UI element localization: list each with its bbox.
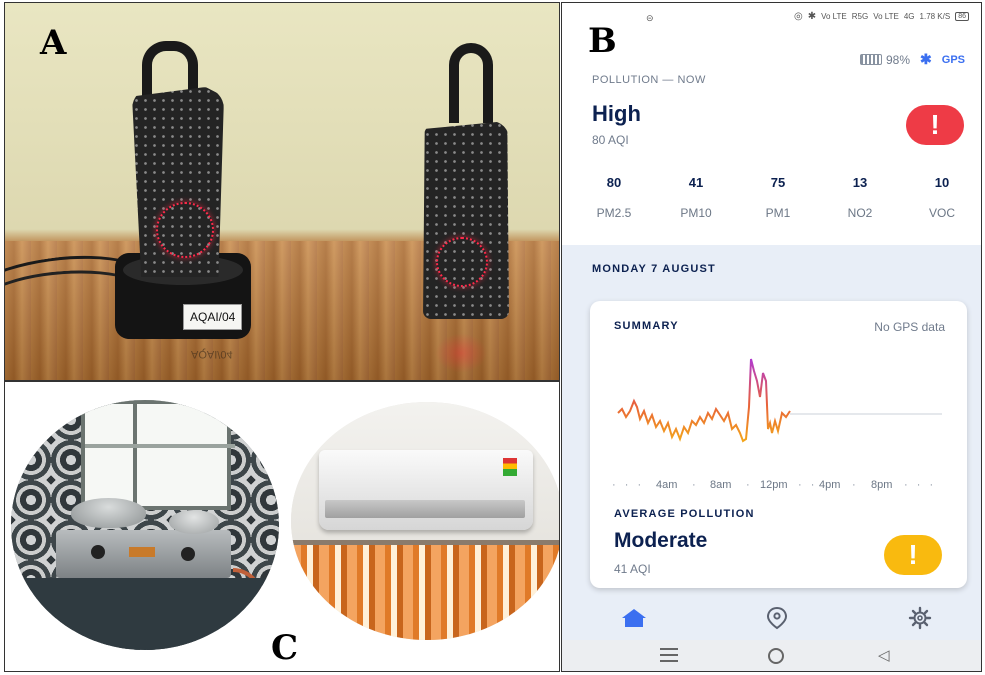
curtain-rod bbox=[291, 540, 559, 545]
device-status: 98% ✱ GPS bbox=[860, 51, 965, 68]
battery-icon bbox=[860, 54, 882, 65]
device-label: AQAI/04 bbox=[183, 304, 243, 330]
system-nav-bar: ◁ bbox=[562, 640, 981, 671]
status-bar: ⊝ ◎ ✱ Vo LTE R5G Vo LTE 4G 1.78 K/S 86 bbox=[562, 11, 981, 29]
settings-gear-icon[interactable] bbox=[908, 606, 932, 635]
panel-label-b: B bbox=[588, 21, 617, 61]
ac-unit bbox=[319, 450, 533, 530]
photo-panel-c: C bbox=[4, 381, 560, 672]
wok bbox=[71, 498, 146, 528]
device-label-reflection: AQAI/04 bbox=[191, 348, 233, 360]
stove-logo bbox=[129, 547, 155, 557]
led-ring-2 bbox=[436, 237, 488, 287]
signal-label-2: 4G bbox=[903, 12, 915, 21]
kitchen-window bbox=[81, 400, 235, 514]
trend-line bbox=[617, 358, 791, 443]
pan bbox=[169, 510, 219, 534]
moderate-alert-icon[interactable]: ! bbox=[884, 535, 942, 575]
home-button[interactable] bbox=[768, 648, 784, 664]
time-axis: · · · 4am 8am 12pm 4pm 8pm · · · · · · ·… bbox=[612, 479, 937, 491]
section-now-heading: POLLUTION — NOW bbox=[592, 74, 706, 86]
stat-label-pm25: PM2.5 bbox=[596, 206, 632, 220]
panel-label-c: C bbox=[271, 628, 299, 668]
counter bbox=[11, 578, 279, 650]
tick-12pm: 12pm bbox=[760, 479, 788, 491]
date-heading: MONDAY 7 AUGUST bbox=[592, 263, 716, 275]
phone-screen-panel-b: ⊝ ◎ ✱ Vo LTE R5G Vo LTE 4G 1.78 K/S 86 B… bbox=[561, 2, 982, 672]
air-conditioner-photo bbox=[291, 402, 559, 640]
tick-4am: 4am bbox=[656, 479, 678, 491]
summary-title: SUMMARY bbox=[614, 320, 679, 332]
led-ring bbox=[156, 202, 214, 258]
bluetooth-icon[interactable]: ✱ bbox=[920, 51, 932, 68]
network-label-2: Vo LTE bbox=[873, 12, 899, 21]
phone-battery-icon: 86 bbox=[955, 12, 969, 21]
curtains bbox=[291, 542, 559, 640]
kitchen-stove-photo bbox=[11, 400, 279, 650]
air-quality-monitor-2 bbox=[423, 121, 509, 319]
stat-label-no2: NO2 bbox=[847, 206, 873, 220]
stove-knob bbox=[91, 545, 105, 559]
current-aqi: 80 AQI bbox=[592, 133, 629, 147]
network-label-1: Vo LTE bbox=[821, 12, 847, 21]
panel-label-a: A bbox=[40, 23, 67, 63]
pollution-level: High bbox=[592, 101, 641, 126]
energy-label bbox=[503, 458, 517, 476]
gps-status-text: No GPS data bbox=[874, 320, 945, 334]
stat-value-pm1: 75 bbox=[770, 175, 786, 190]
home-icon[interactable] bbox=[620, 607, 648, 634]
photo-panel-a: AQAI/04 AQAI/04 A bbox=[4, 2, 560, 381]
gps-indicator[interactable]: GPS bbox=[942, 54, 965, 66]
stat-label-pm10: PM10 bbox=[680, 206, 712, 220]
back-button[interactable]: ◁ bbox=[878, 646, 890, 664]
location-status-icon: ◎ bbox=[793, 11, 803, 22]
average-level: Moderate bbox=[614, 529, 708, 552]
stat-value-voc: 10 bbox=[934, 175, 950, 190]
stat-value-no2: 13 bbox=[852, 175, 868, 190]
high-alert-icon[interactable]: ! bbox=[906, 105, 964, 145]
summary-card[interactable]: SUMMARY No GPS data · · · 4am 8am 12pm 4… bbox=[590, 301, 967, 588]
tick-8am: 8am bbox=[710, 479, 732, 491]
average-pollution-title: AVERAGE POLLUTION bbox=[614, 508, 755, 520]
stat-value-pm10: 41 bbox=[688, 175, 704, 190]
led-reflection bbox=[435, 333, 487, 373]
tick-4pm: 4pm bbox=[819, 479, 841, 491]
stat-label-pm1: PM1 bbox=[765, 206, 791, 220]
ac-vent bbox=[325, 500, 525, 518]
tick-8pm: 8pm bbox=[871, 479, 893, 491]
bluetooth-status-icon: ✱ bbox=[807, 11, 817, 22]
network-speed: 1.78 K/S bbox=[919, 12, 951, 21]
device-strap-right bbox=[449, 43, 493, 123]
pollution-trend-chart bbox=[617, 358, 942, 443]
stat-value-pm25: 80 bbox=[606, 175, 622, 190]
location-pin-icon[interactable] bbox=[766, 606, 788, 635]
notification-icon: ⊝ bbox=[646, 13, 654, 23]
signal-label-1: R5G bbox=[851, 12, 869, 21]
average-aqi: 41 AQI bbox=[614, 562, 651, 576]
device-battery-level: 98% bbox=[886, 52, 911, 67]
stove-knob-2 bbox=[181, 547, 195, 561]
recent-apps-button[interactable] bbox=[660, 648, 678, 662]
bottom-tab-bar bbox=[562, 599, 981, 639]
stat-label-voc: VOC bbox=[928, 206, 955, 220]
